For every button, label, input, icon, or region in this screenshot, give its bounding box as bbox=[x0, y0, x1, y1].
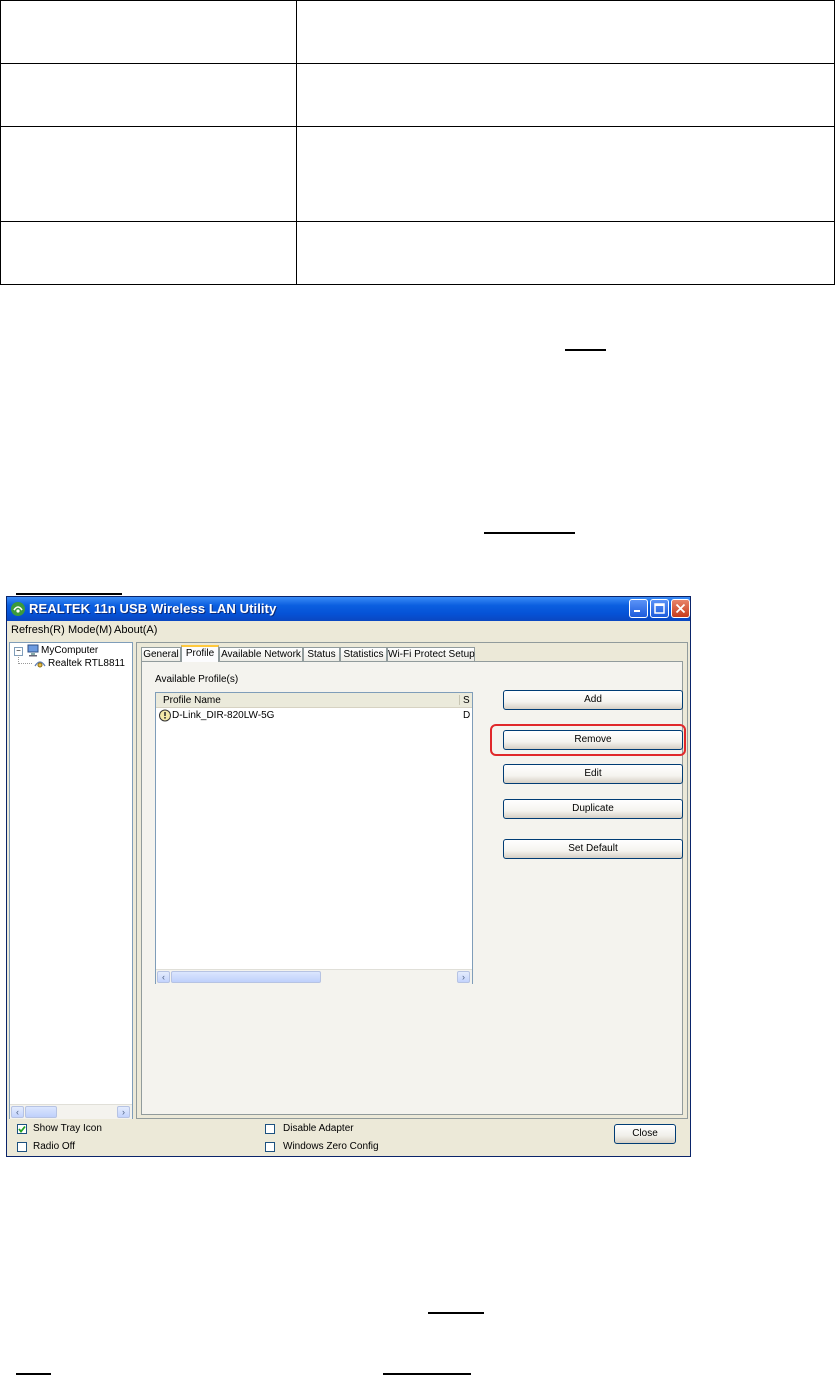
wireless-utility-icon bbox=[11, 602, 25, 616]
table-cell bbox=[296, 0, 835, 65]
scroll-left-icon[interactable]: ‹ bbox=[11, 1106, 24, 1118]
available-profiles-label: Available Profile(s) bbox=[155, 674, 239, 685]
tree-horizontal-scrollbar[interactable]: ‹ › bbox=[10, 1104, 132, 1119]
table-cell bbox=[0, 220, 297, 286]
document-table bbox=[0, 0, 835, 286]
disable-adapter-label: Disable Adapter bbox=[283, 1123, 354, 1134]
column-header-ssid[interactable]: S bbox=[463, 695, 470, 706]
radio-off-checkbox[interactable] bbox=[17, 1142, 27, 1152]
add-button[interactable]: Add bbox=[503, 690, 683, 710]
duplicate-button[interactable]: Duplicate bbox=[503, 799, 683, 819]
underline-mark bbox=[16, 593, 122, 595]
window-title: REALTEK 11n USB Wireless LAN Utility bbox=[29, 601, 277, 616]
title-bar[interactable]: REALTEK 11n USB Wireless LAN Utility bbox=[7, 597, 690, 621]
scroll-right-icon[interactable]: › bbox=[117, 1106, 130, 1118]
table-cell bbox=[0, 126, 297, 222]
table-cell bbox=[0, 0, 297, 65]
table-cell bbox=[296, 220, 835, 286]
windows-zero-config-label: Windows Zero Config bbox=[283, 1141, 379, 1152]
column-header-profile-name[interactable]: Profile Name bbox=[163, 695, 221, 706]
profile-tab-page: Available Profile(s) Profile Name S D-Li… bbox=[141, 661, 686, 1115]
checkmark-icon bbox=[18, 1125, 26, 1133]
windows-zero-config-checkbox[interactable] bbox=[265, 1142, 275, 1152]
main-panel: General Profile Available Network Status… bbox=[136, 642, 688, 1119]
tree-item-mycomputer[interactable]: MyComputer bbox=[41, 645, 98, 656]
disable-adapter-checkbox[interactable] bbox=[265, 1124, 275, 1134]
tab-wifi-protect-setup[interactable]: Wi-Fi Protect Setup bbox=[387, 647, 475, 661]
tab-statistics[interactable]: Statistics bbox=[340, 647, 387, 661]
tab-profile[interactable]: Profile bbox=[181, 645, 219, 662]
scroll-left-icon[interactable]: ‹ bbox=[157, 971, 170, 983]
menu-bar: Refresh(R) Mode(M) About(A) bbox=[7, 621, 690, 639]
profile-name: D-Link_DIR-820LW-5G bbox=[172, 710, 275, 721]
tab-available-network[interactable]: Available Network bbox=[219, 647, 303, 661]
minimize-icon bbox=[634, 610, 640, 612]
list-header: Profile Name S bbox=[156, 693, 472, 708]
tab-status[interactable]: Status bbox=[303, 647, 340, 661]
adapter-icon bbox=[34, 661, 46, 668]
adapter-tree[interactable]: − MyComputer Realtek RTL8811 ‹ › bbox=[9, 642, 133, 1119]
table-cell bbox=[296, 126, 835, 222]
list-item[interactable]: D-Link_DIR-820LW-5G D bbox=[159, 709, 471, 723]
minimize-button[interactable] bbox=[629, 599, 648, 618]
menu-about[interactable]: About(A) bbox=[114, 624, 157, 636]
tab-general[interactable]: General bbox=[141, 647, 181, 661]
set-default-button[interactable]: Set Default bbox=[503, 839, 683, 859]
underline-mark bbox=[16, 1373, 51, 1375]
menu-refresh[interactable]: Refresh(R) bbox=[11, 624, 65, 636]
underline-mark bbox=[565, 349, 606, 351]
tree-item-adapter[interactable]: Realtek RTL8811 bbox=[48, 658, 125, 669]
scroll-thumb[interactable] bbox=[25, 1106, 57, 1118]
scroll-thumb[interactable] bbox=[171, 971, 321, 983]
menu-mode[interactable]: Mode(M) bbox=[68, 624, 112, 636]
profile-list[interactable]: Profile Name S D-Link_DIR-820LW-5G D ‹ › bbox=[155, 692, 473, 984]
maximize-icon bbox=[654, 603, 665, 614]
table-cell bbox=[296, 63, 835, 128]
radio-off-label: Radio Off bbox=[33, 1141, 76, 1152]
edit-button[interactable]: Edit bbox=[503, 764, 683, 784]
underline-mark bbox=[383, 1373, 471, 1375]
show-tray-icon-label: Show Tray Icon bbox=[33, 1123, 102, 1134]
close-icon bbox=[675, 603, 686, 614]
scroll-right-icon[interactable]: › bbox=[457, 971, 470, 983]
close-window-button[interactable] bbox=[671, 599, 690, 618]
utility-window: REALTEK 11n USB Wireless LAN Utility Ref… bbox=[6, 596, 691, 1157]
show-tray-icon-checkbox[interactable] bbox=[17, 1124, 27, 1134]
profile-ssid: D bbox=[463, 710, 471, 721]
maximize-button[interactable] bbox=[650, 599, 669, 618]
underline-mark bbox=[428, 1312, 484, 1314]
table-cell bbox=[0, 63, 297, 128]
profile-status-icon bbox=[159, 709, 171, 722]
remove-button[interactable]: Remove bbox=[503, 730, 683, 750]
underline-mark bbox=[484, 532, 575, 534]
list-horizontal-scrollbar[interactable]: ‹ › bbox=[156, 969, 472, 984]
bottom-bar: Show Tray Icon Radio Off Disable Adapter… bbox=[7, 1121, 690, 1157]
close-button[interactable]: Close bbox=[614, 1124, 676, 1144]
